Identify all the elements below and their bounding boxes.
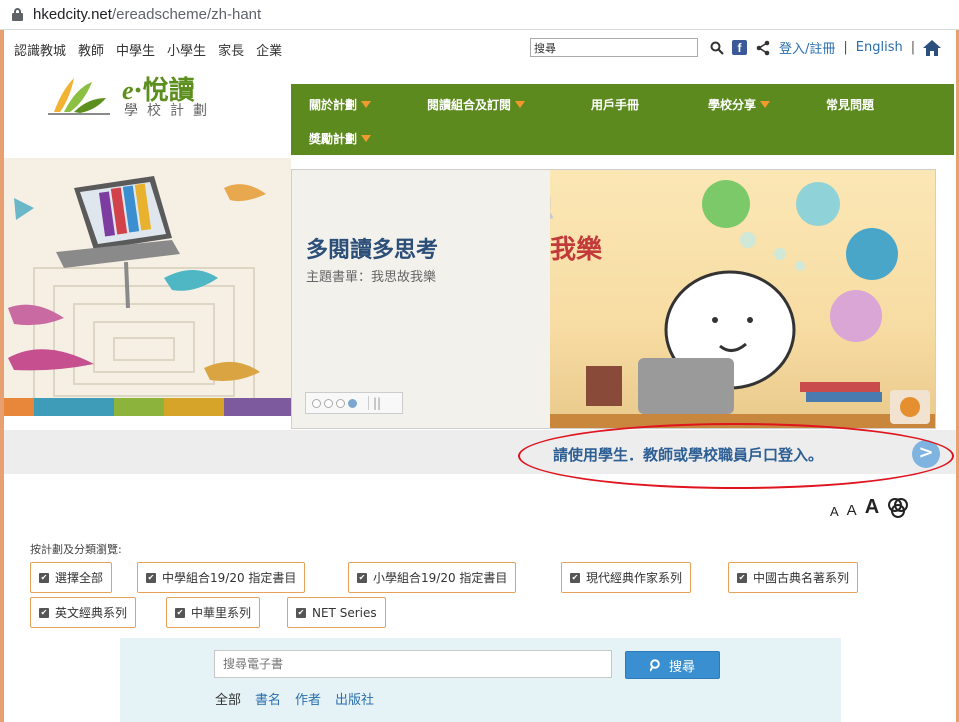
separator: |: [843, 40, 848, 55]
carousel-dot[interactable]: [324, 398, 333, 408]
hero-illustration: [4, 158, 291, 416]
topnav-item-edcity[interactable]: 認識教城: [14, 40, 66, 59]
highlight-oval: [518, 423, 954, 489]
site-logo[interactable]: e·悅讀 學校計劃: [44, 70, 244, 120]
menu-reading-packages[interactable]: 閱讀組合及訂閱: [427, 96, 526, 113]
search-button[interactable]: 搜尋: [625, 651, 720, 679]
carousel-dot[interactable]: [336, 398, 345, 408]
menu-user-manual[interactable]: 用戶手冊: [591, 96, 639, 113]
menu-faq[interactable]: 常見問題: [826, 96, 874, 113]
banner-title: 多閱讀多思考: [306, 238, 439, 263]
lock-icon: [12, 8, 23, 21]
color-stripe: [4, 398, 291, 416]
top-tools: f 登入/註冊 | English |: [710, 38, 942, 57]
font-size-controls: A A A: [830, 496, 909, 519]
filter-chip-all[interactable]: ✔ 選擇全部: [30, 562, 113, 593]
url-host: hkedcity.net: [33, 6, 112, 23]
pause-button[interactable]: ||: [368, 396, 381, 410]
carousel-dot[interactable]: [312, 398, 321, 408]
url-path: /ereadscheme/zh-hant: [111, 6, 262, 23]
checkbox-icon: ✔: [146, 572, 156, 583]
share-icon[interactable]: [755, 40, 771, 56]
checkbox-icon: ✔: [39, 607, 49, 618]
topnav-item-enterprise[interactable]: 企業: [256, 40, 282, 59]
filter-chip-net[interactable]: ✔ NET Series: [287, 597, 386, 628]
art-text-1: 我思: [550, 195, 554, 225]
leaf-logo-icon: [48, 78, 110, 115]
filter-chip-zhonghuali[interactable]: ✔ 中華里系列: [166, 597, 261, 628]
facebook-icon[interactable]: f: [732, 40, 747, 55]
filter-chip-english[interactable]: ✔ 英文經典系列: [30, 597, 137, 628]
carousel-pager: ||: [305, 392, 403, 414]
top-nav: 認識教城 教師 中學生 小學生 家長 企業: [14, 40, 282, 59]
chevron-down-icon: [760, 101, 771, 108]
tab-title[interactable]: 書名: [255, 689, 281, 708]
logo-subtitle: 學校計劃: [124, 103, 216, 119]
filter-chip-secondary[interactable]: ✔ 中學組合19/20 指定書目: [137, 562, 306, 593]
home-icon[interactable]: [923, 39, 942, 56]
separator: |: [910, 40, 916, 55]
art-text-2: 故我樂: [550, 234, 603, 265]
tab-author[interactable]: 作者: [295, 689, 321, 708]
font-small-button[interactable]: A: [830, 504, 839, 519]
filter-chip-classics[interactable]: ✔ 中國古典名著系列: [728, 562, 859, 593]
tab-publisher[interactable]: 出版社: [335, 689, 374, 708]
menu-about[interactable]: 關於計劃: [309, 96, 372, 113]
login-register-link[interactable]: 登入/註冊: [779, 38, 835, 57]
topnav-item-parents[interactable]: 家長: [218, 40, 244, 59]
menu-rewards[interactable]: 獎勵計劃: [309, 130, 372, 147]
font-medium-button[interactable]: A: [847, 502, 857, 519]
font-large-button[interactable]: A: [865, 496, 879, 519]
search-icon[interactable]: [710, 41, 724, 55]
thinking-character-illustration: 我思 故我樂: [502, 180, 935, 428]
filter-label: 按計劃及分類瀏覽:: [30, 543, 122, 556]
browser-window: hkedcity.net/ereadscheme/zh-hant 認識教城 教師…: [0, 0, 959, 722]
checkbox-icon: ✔: [39, 572, 49, 583]
contrast-icon[interactable]: [887, 497, 909, 519]
filter-chip-primary[interactable]: ✔ 小學組合19/20 指定書目: [348, 562, 517, 593]
banner-art: 我思 故我樂: [502, 170, 935, 428]
tab-all[interactable]: 全部: [215, 689, 241, 708]
carousel-dot-active[interactable]: [348, 398, 357, 408]
search-icon: [649, 658, 660, 672]
laptop-books-illustration: [8, 176, 266, 409]
topnav-item-secondary[interactable]: 中學生: [116, 40, 155, 59]
checkbox-icon: ✔: [296, 607, 306, 618]
search-scope-tabs: 全部 書名 作者 出版社: [215, 689, 374, 708]
topnav-item-primary[interactable]: 小學生: [167, 40, 206, 59]
main-menu: 關於計劃 閱讀組合及訂閱 用戶手冊 學校分享 常見問題 獎勵計劃: [291, 84, 954, 155]
chevron-down-icon: [515, 101, 526, 108]
checkbox-icon: ✔: [175, 607, 185, 618]
banner-subtitle: 主題書單：我思故我樂: [306, 270, 437, 285]
ebook-search-input[interactable]: [214, 650, 612, 678]
chevron-down-icon: [361, 101, 372, 108]
banner-text-panel: 多閱讀多思考 主題書單：我思故我樂 ||: [292, 170, 550, 428]
menu-school-sharing[interactable]: 學校分享: [708, 96, 771, 113]
checkbox-icon: ✔: [570, 572, 580, 583]
checkbox-icon: ✔: [357, 572, 367, 583]
hero-banner[interactable]: 多閱讀多思考 主題書單：我思故我樂 || 我思 故我樂: [291, 169, 936, 429]
address-bar[interactable]: hkedcity.net/ereadscheme/zh-hant: [0, 0, 959, 30]
english-link[interactable]: English: [856, 40, 903, 55]
checkbox-icon: ✔: [737, 572, 747, 583]
url-text[interactable]: hkedcity.net/ereadscheme/zh-hant: [33, 6, 261, 23]
topnav-item-teacher[interactable]: 教師: [78, 40, 104, 59]
chevron-down-icon: [361, 135, 372, 142]
filter-chip-modern[interactable]: ✔ 現代經典作家系列: [561, 562, 692, 593]
site-search-input[interactable]: [530, 38, 698, 57]
